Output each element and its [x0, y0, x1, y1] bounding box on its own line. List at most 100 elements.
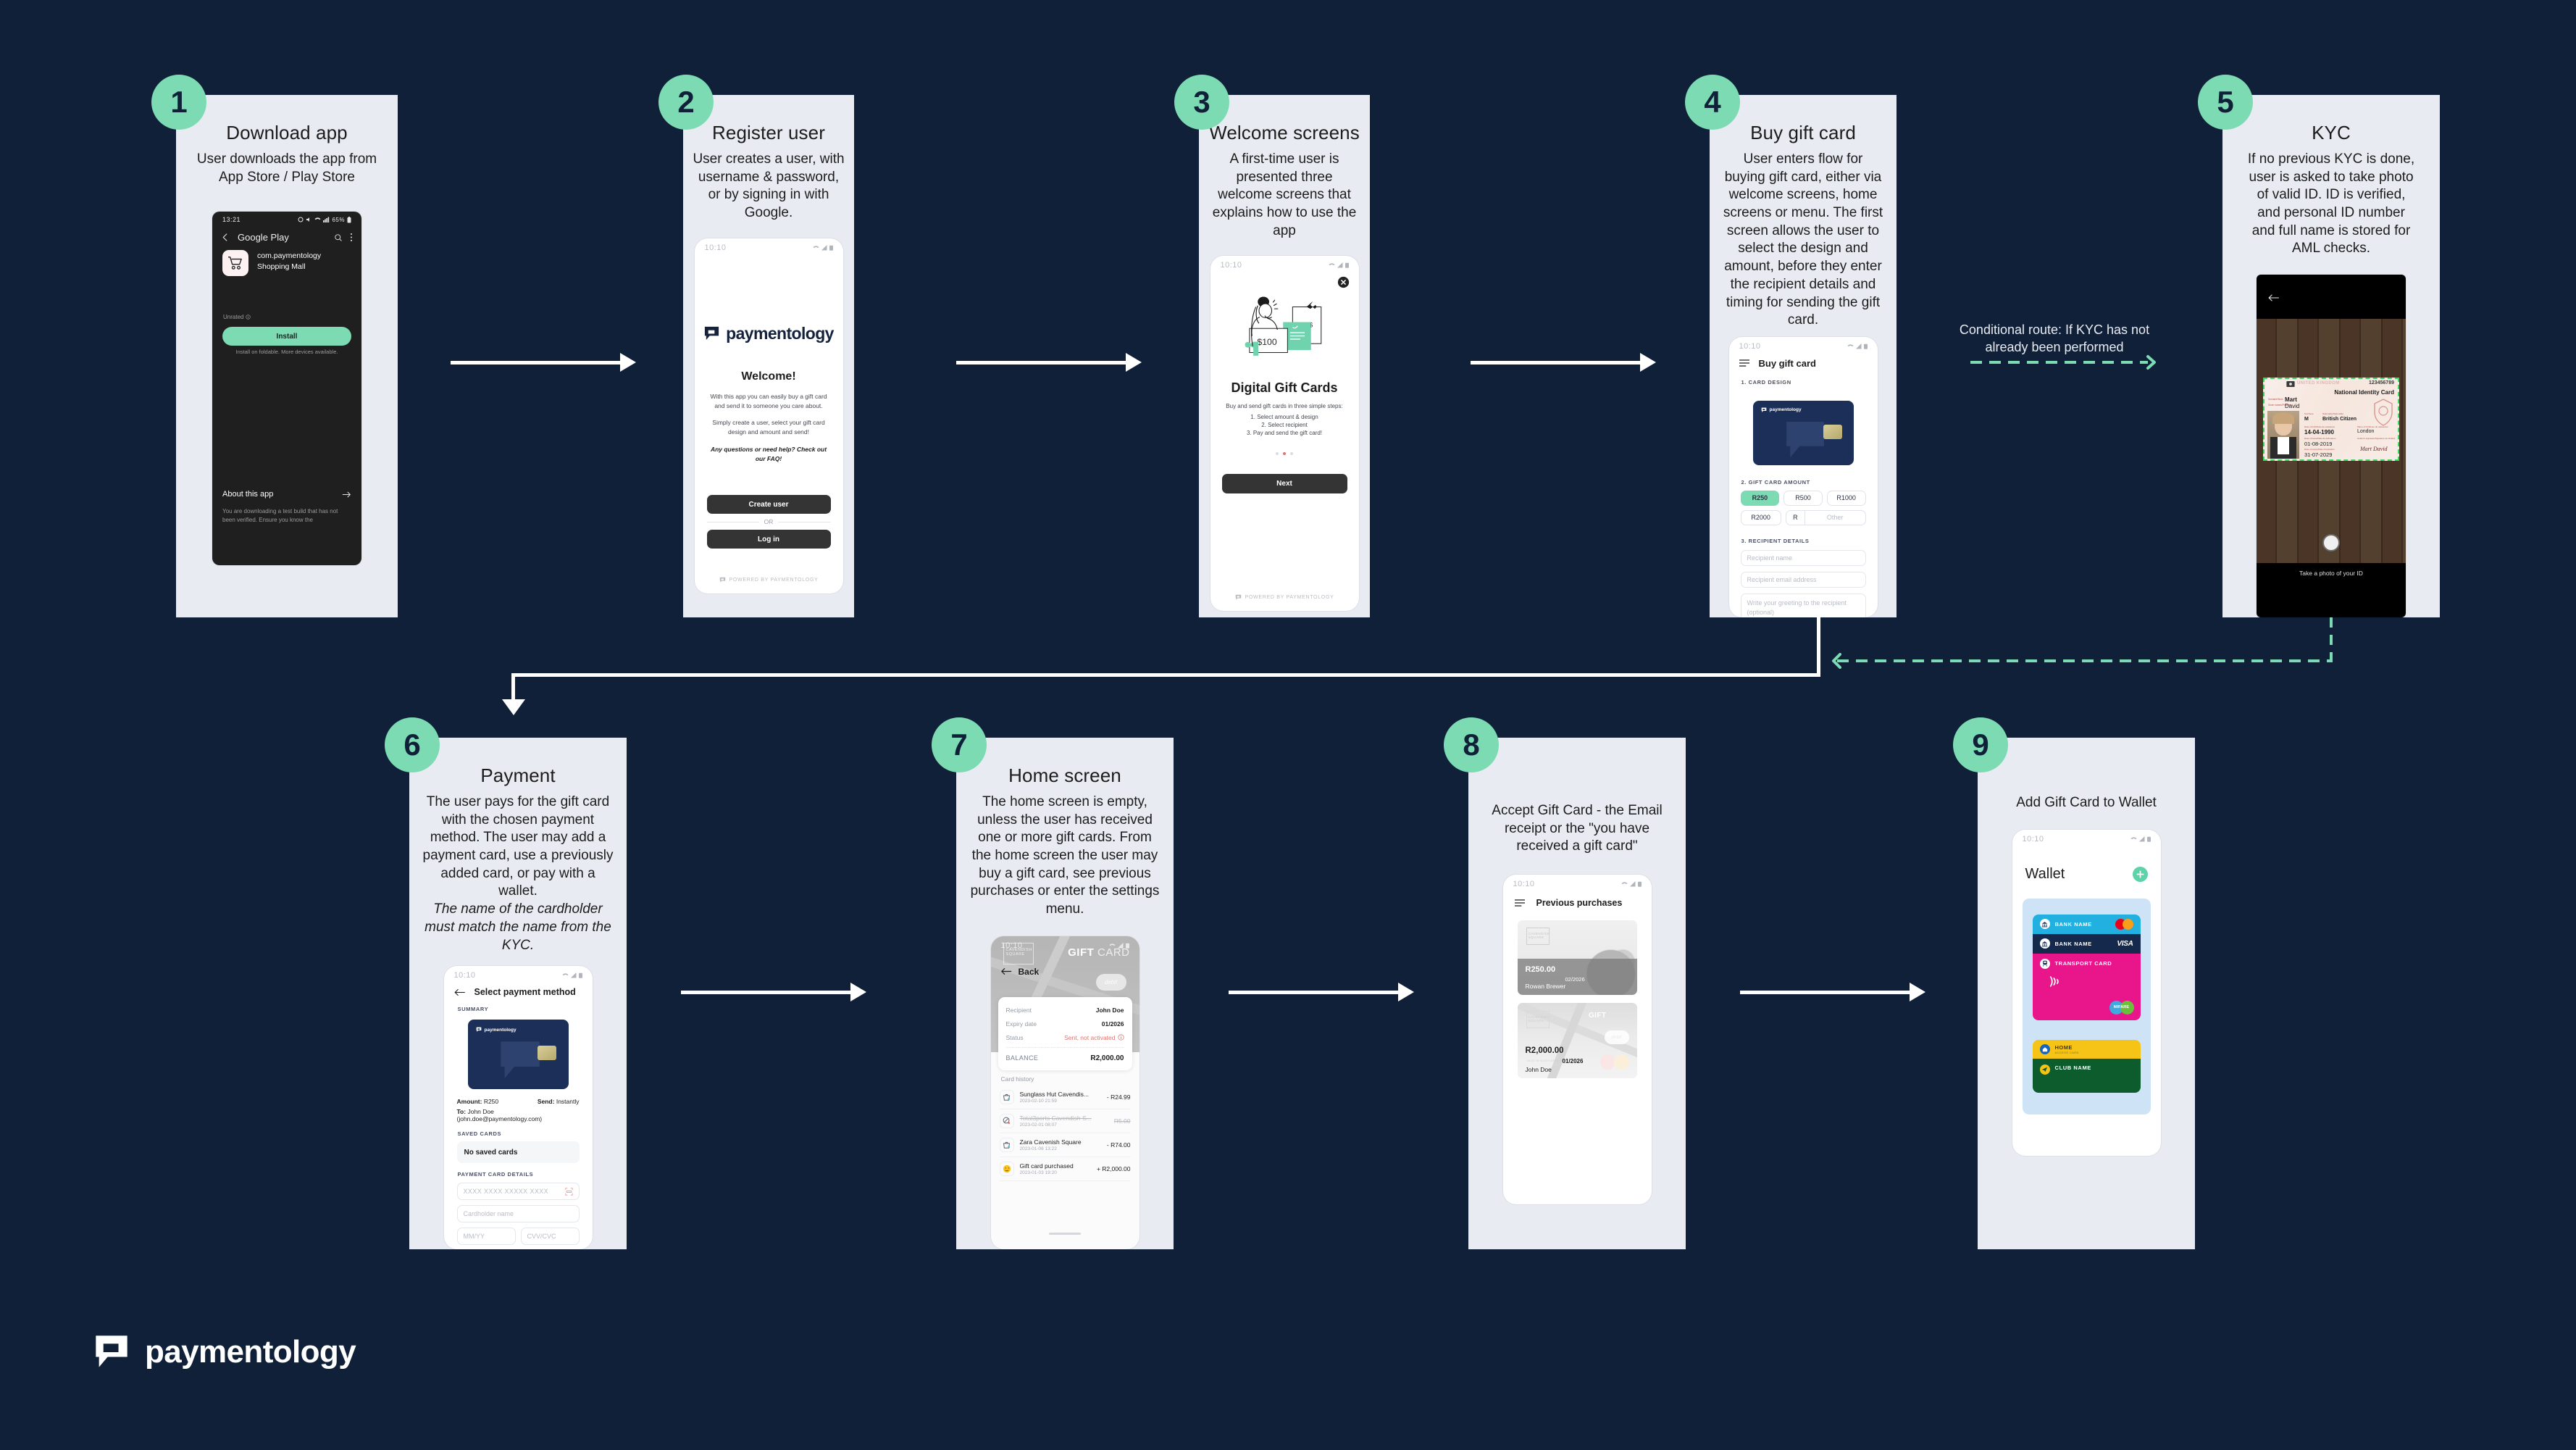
create-user-button[interactable]: Create user [706, 495, 831, 514]
amount-option-r500[interactable]: R500 [1783, 490, 1823, 506]
camera-viewfinder: UNITED KINGDOM 123456789 National Identi… [2257, 319, 2406, 564]
bank-icon [2039, 938, 2050, 949]
row-label: Expiry date [1005, 1020, 1037, 1028]
onboarding-step-3: 3. Pay and send the gift card! [1246, 430, 1323, 437]
wifi-icon [813, 246, 819, 248]
about-title: About this app [222, 490, 274, 499]
pagination-dots[interactable] [1210, 452, 1359, 456]
amount-option-r1000[interactable]: R1000 [1826, 490, 1866, 506]
recipient-email-input[interactable]: Recipient email address [1740, 571, 1866, 588]
back-arrow-icon[interactable] [453, 988, 466, 996]
back-arrow-icon[interactable] [221, 233, 230, 242]
id-label-expiry: Date of expiry/Date d'expiration [2304, 448, 2335, 451]
step-desc-1: User downloads the app from App Store / … [196, 151, 377, 185]
phone-mock-kyc: UNITED KINGDOM 123456789 National Identi… [2257, 275, 2406, 617]
hamburger-menu-icon[interactable] [1514, 899, 1525, 907]
back-button[interactable]: Back [1000, 966, 1040, 977]
status-icons [813, 244, 833, 251]
recipient-name-input[interactable]: Recipient name [1740, 549, 1866, 566]
title-light: CARD [1608, 1012, 1631, 1020]
history-date: 2023-02-10 21:59 [1019, 1098, 1057, 1104]
paymentology-mark-icon [719, 577, 725, 583]
wallet-card-home[interactable]: HOME ACCESS CARD [2032, 1039, 2141, 1059]
chevron-right-icon[interactable] [342, 491, 351, 499]
purchase-gift-card-title: GIFT CARD [1589, 1012, 1631, 1020]
row-label: Status [1005, 1033, 1024, 1041]
amount-row-1: R250 R500 R1000 [1740, 490, 1866, 506]
dot-1[interactable] [1276, 452, 1279, 456]
dashed-arrow-head-icon [2146, 355, 2156, 370]
info-icon[interactable] [246, 314, 251, 320]
plus-circle-icon[interactable] [2132, 866, 2148, 882]
purchase-card-2[interactable]: CAVENDISH SQUARE GIFT CARD debit R2,000.… [1517, 1003, 1637, 1079]
wallet-card-stack-1: BANK NAME BANK NAME VISA TRANSPORT CARD … [2032, 914, 2141, 1020]
list-item[interactable]: Zara Cavenish Square 2023-01-06 13:22 - … [999, 1133, 1131, 1157]
overflow-menu-icon[interactable] [350, 233, 353, 242]
wallet-card-bank-mastercard[interactable]: BANK NAME [2032, 914, 2141, 934]
card-history-list: Sunglass Hut Cavendis... 2023-02-10 21:5… [999, 1086, 1131, 1181]
purchase-expiry: 02/2026 [1565, 976, 1585, 983]
back-label: Back [1018, 966, 1040, 977]
cardholder-name-input[interactable]: Cardholder name [456, 1205, 580, 1223]
status-icons: 65% [298, 216, 351, 223]
step-badge-4: 4 [1685, 75, 1740, 130]
camera-shutter-button[interactable] [2322, 534, 2340, 552]
paymentology-watermark-icon [500, 1041, 540, 1079]
arrow-2-to-3 [956, 353, 1145, 372]
status-icons [1109, 942, 1129, 949]
close-circle-icon[interactable] [1337, 276, 1350, 288]
flow-diagram-canvas: 1 Download app User downloads the app fr… [0, 0, 2576, 1450]
welcome-para-1: With this app you can easily buy a gift … [710, 392, 827, 409]
log-in-button[interactable]: Log in [706, 530, 831, 549]
install-button[interactable]: Install [222, 327, 351, 346]
about-body: You are downloading a test build that ha… [222, 508, 338, 523]
cvv-input[interactable]: CVV/CVC [520, 1228, 580, 1246]
search-icon[interactable] [334, 233, 343, 242]
info-icon[interactable] [1117, 1034, 1124, 1041]
section-card-design: 1. CARD DESIGN [1741, 378, 1791, 386]
list-item[interactable]: Gift card purchased 2023-01-03 19:20 + R… [999, 1157, 1131, 1181]
amount-other-input[interactable]: Other [1805, 511, 1865, 525]
scan-card-icon[interactable] [564, 1188, 573, 1196]
dot-2-active[interactable] [1283, 452, 1286, 456]
step-title-5: KYC [2312, 122, 2351, 143]
step-card-4: 4 Buy gift card User enters flow for buy… [1685, 75, 1897, 617]
powered-by-footer: POWERED BY PAYMENTOLOGY [695, 577, 843, 583]
play-store-appbar: Google Play [212, 228, 361, 246]
arrow-8-to-9 [1740, 983, 1928, 1001]
next-button[interactable]: Next [1221, 474, 1347, 494]
summary-to-row: To: John Doe (john.doe@paymentology.com) [457, 1108, 580, 1122]
amount-other-group[interactable]: R Other [1785, 509, 1866, 525]
id-label-nat: Nationality/Nationalite [2322, 412, 2344, 416]
list-item[interactable]: Sunglass Hut Cavendis... 2023-02-10 21:5… [999, 1086, 1131, 1109]
signal-icon [2138, 836, 2144, 842]
amount-option-r250[interactable]: R250 [1740, 490, 1780, 506]
wallet-card-transport[interactable]: TRANSPORT CARD MIFARE [2032, 953, 2141, 1020]
gift-card-design[interactable]: paymentology [1752, 400, 1854, 465]
purchase-brand-mark: CAVENDISH SQUARE [1526, 928, 1550, 946]
battery-icon [347, 216, 351, 223]
card-detail-panel: Recipient John Doe Expiry date 01/2026 S… [998, 996, 1132, 1070]
step-title-3: Welcome screens [1209, 122, 1360, 143]
hamburger-menu-icon[interactable] [1739, 359, 1749, 367]
step-badge-5: 5 [2198, 75, 2253, 130]
wallet-card-bank-visa[interactable]: BANK NAME VISA [2032, 933, 2141, 954]
list-item[interactable]: Total3ports Cavendish S... 2023-02-01 08… [999, 1109, 1131, 1133]
balance-value: R2,000.00 [1090, 1054, 1124, 1062]
dashed-arrow-head-left-icon [1832, 653, 1841, 669]
paymentology-mark-icon [96, 1336, 127, 1367]
wallet-card-club[interactable]: CLUB NAME [2032, 1058, 2141, 1093]
status-badge: Sent, not activated [1064, 1033, 1116, 1041]
expiry-input[interactable]: MM/YY [456, 1228, 516, 1246]
back-arrow-icon[interactable] [2268, 293, 2280, 302]
amount-option-r2000[interactable]: R2000 [1740, 509, 1781, 525]
purchase-card-1[interactable]: CAVENDISH SQUARE R250.00 02/2026 Rowan B… [1517, 920, 1637, 996]
dot-3[interactable] [1290, 452, 1293, 456]
card-number-input[interactable]: XXXX XXXX XXXXX XXXX [456, 1183, 580, 1201]
star-eyes-icon [999, 1161, 1014, 1176]
greeting-textarea[interactable]: Write your greeting to the recipient (op… [1740, 593, 1866, 617]
signal-icon [1337, 262, 1342, 268]
declined-icon [999, 1113, 1014, 1128]
about-section[interactable]: About this app [222, 490, 351, 499]
back-arrow-icon[interactable] [1000, 967, 1012, 975]
